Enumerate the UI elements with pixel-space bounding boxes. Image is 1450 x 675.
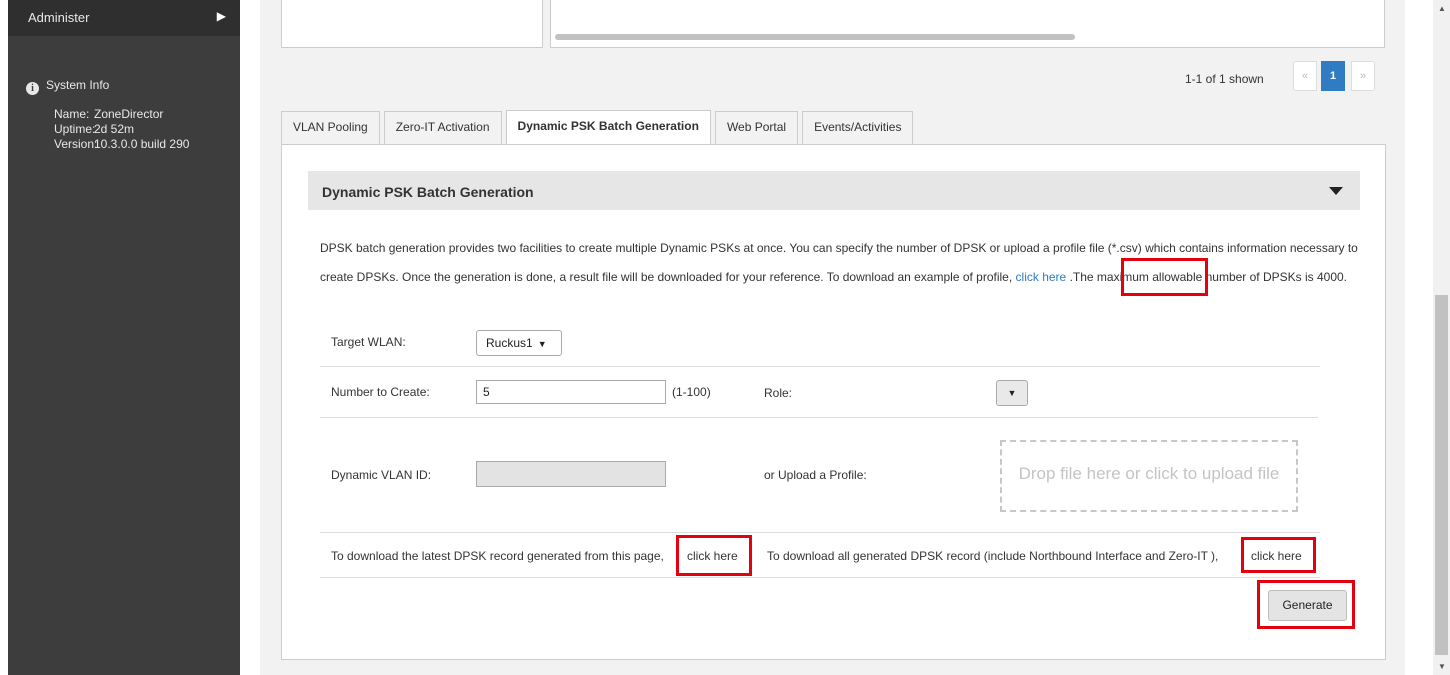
expand-arrow-icon[interactable]: ▶ bbox=[217, 9, 226, 23]
horizontal-scrollbar[interactable] bbox=[555, 34, 1075, 40]
highlight-box bbox=[676, 535, 752, 576]
scrollbar-thumb[interactable] bbox=[1435, 295, 1448, 655]
tab-panel bbox=[281, 144, 1386, 660]
role-label: Role: bbox=[764, 386, 793, 400]
target-wlan-label: Target WLAN: bbox=[331, 335, 406, 349]
system-info: Name: ZoneDirector Uptime: 2d 52m Versio… bbox=[54, 107, 194, 152]
dynamic-vlan-id-input bbox=[476, 461, 666, 487]
system-info-row: Version: 10.3.0.0 build 290 bbox=[54, 137, 194, 152]
divider bbox=[320, 577, 1320, 578]
tab-zero-it-activation[interactable]: Zero-IT Activation bbox=[383, 111, 502, 144]
tab-events-activities[interactable]: Events/Activities bbox=[802, 111, 914, 144]
tab-web-portal[interactable]: Web Portal bbox=[714, 111, 799, 144]
scroll-down-icon[interactable]: ▼ bbox=[1438, 662, 1446, 671]
info-key: Name: bbox=[54, 107, 90, 121]
dropdown-arrow-icon: ▼ bbox=[1007, 388, 1017, 398]
system-info-row: Uptime: 2d 52m bbox=[54, 122, 194, 137]
dynamic-vlan-id-label: Dynamic VLAN ID: bbox=[331, 468, 432, 482]
pager-prev-button[interactable]: « bbox=[1293, 61, 1317, 91]
section-description: DPSK batch generation provides two facil… bbox=[320, 234, 1370, 292]
collapse-caret-icon[interactable] bbox=[1329, 187, 1343, 195]
divider bbox=[320, 417, 1318, 418]
highlight-box bbox=[1121, 258, 1208, 296]
download-latest-text: To download the latest DPSK record gener… bbox=[331, 549, 664, 563]
pager-next-button[interactable]: » bbox=[1351, 61, 1375, 91]
target-wlan-value: Ruckus1 bbox=[486, 336, 533, 350]
info-value: 2d 52m bbox=[94, 122, 135, 136]
system-info-header: i System Info bbox=[26, 78, 109, 95]
number-to-create-label: Number to Create: bbox=[331, 385, 430, 399]
tab-vlan-pooling[interactable]: VLAN Pooling bbox=[281, 111, 380, 144]
system-info-row: Name: ZoneDirector bbox=[54, 107, 194, 122]
pager-page-1[interactable]: 1 bbox=[1321, 61, 1345, 91]
list-panel-right bbox=[550, 0, 1385, 48]
file-dropzone[interactable]: Drop file here or click to upload file bbox=[1000, 440, 1298, 512]
tab-bar: VLAN Pooling Zero-IT Activation Dynamic … bbox=[281, 110, 917, 145]
administer-label: Administer bbox=[28, 10, 90, 25]
pager-summary: 1-1 of 1 shown bbox=[1185, 72, 1264, 86]
download-all-text: To download all generated DPSK record (i… bbox=[767, 549, 1219, 563]
info-key: Version: bbox=[54, 137, 98, 151]
info-value: ZoneDirector bbox=[94, 107, 164, 121]
info-key: Uptime: bbox=[54, 122, 96, 136]
description-text-end: .The maximum allowable number of DPSKs i… bbox=[1069, 270, 1348, 284]
highlight-box bbox=[1241, 537, 1316, 573]
number-to-create-input[interactable]: 5 bbox=[476, 380, 666, 404]
number-range-hint: (1-100) bbox=[672, 385, 711, 399]
system-info-title: System Info bbox=[46, 78, 110, 92]
target-wlan-select[interactable]: Ruckus1 ▼ bbox=[476, 330, 562, 356]
administer-menu[interactable]: Administer ▶ bbox=[8, 0, 240, 36]
sidebar: Administer ▶ i System Info Name: ZoneDire… bbox=[8, 0, 240, 675]
divider bbox=[320, 532, 1320, 533]
info-icon: i bbox=[26, 82, 39, 95]
tab-dynamic-psk-batch-generation[interactable]: Dynamic PSK Batch Generation bbox=[505, 110, 711, 145]
info-value: 10.3.0.0 build 290 bbox=[94, 137, 190, 151]
vertical-scrollbar[interactable]: ▲ ▼ bbox=[1433, 0, 1450, 675]
example-profile-link[interactable]: click here bbox=[1016, 270, 1067, 284]
list-panel-left bbox=[281, 0, 543, 48]
section-header[interactable]: Dynamic PSK Batch Generation bbox=[308, 171, 1360, 210]
dropdown-arrow-icon: ▼ bbox=[537, 339, 547, 349]
role-select[interactable]: ▼ bbox=[996, 380, 1028, 406]
divider bbox=[320, 366, 1320, 367]
scroll-up-icon[interactable]: ▲ bbox=[1438, 4, 1446, 13]
highlight-box bbox=[1257, 580, 1355, 629]
section-title: Dynamic PSK Batch Generation bbox=[322, 184, 534, 200]
upload-profile-label: or Upload a Profile: bbox=[764, 468, 867, 482]
